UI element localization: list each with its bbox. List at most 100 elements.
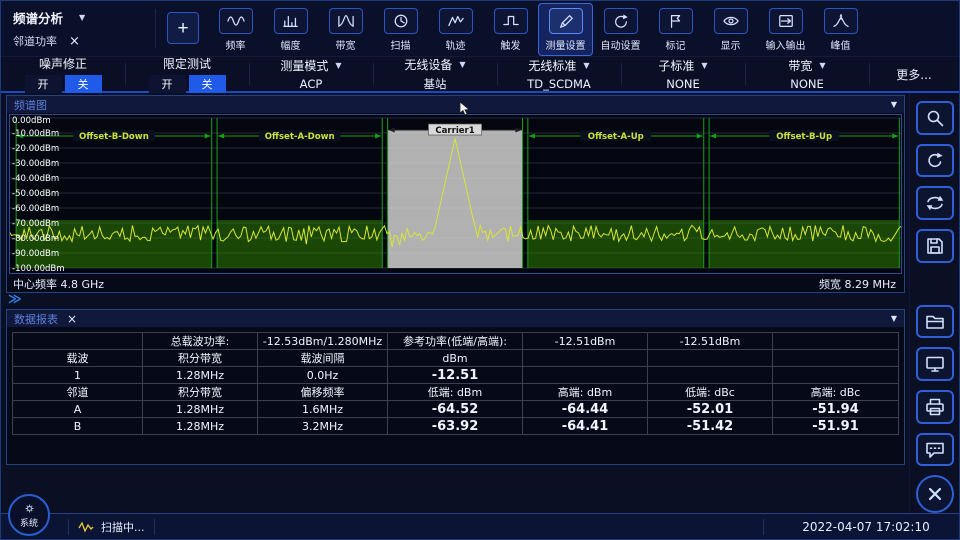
setting-bandwidth[interactable]: 带宽▼NONE [745, 57, 869, 91]
report-row: 总载波功率:-12.53dBm/1.280MHz参考功率(低端/高端):-12.… [13, 333, 899, 350]
toolbar-button-trigger[interactable]: 触发 [483, 3, 538, 56]
report-cell: 1.28MHz [143, 418, 258, 435]
chevron-down-icon: ▼ [459, 60, 465, 69]
panel-expander[interactable]: ≫ [6, 293, 905, 309]
report-cell: -63.92 [387, 418, 522, 435]
toolbar-button-label: 轨迹 [446, 37, 466, 52]
report-cell [772, 350, 898, 367]
message-button[interactable] [916, 433, 954, 467]
toolbar-button-label: 输入输出 [766, 37, 806, 52]
svg-text:Carrier1: Carrier1 [435, 126, 474, 136]
report-panel-title: 数据报表 [14, 311, 58, 327]
marker-icon [666, 13, 686, 29]
report-cell: -12.51dBm [647, 333, 772, 350]
setting-sub-standard[interactable]: 子标准▼NONE [621, 57, 745, 91]
toolbar-button-amplitude[interactable]: 幅度 [263, 3, 318, 56]
print-button[interactable] [916, 390, 954, 424]
divider [155, 9, 156, 48]
svg-text:-90.00dBm: -90.00dBm [12, 249, 59, 259]
tab-close-icon[interactable]: × [69, 35, 80, 48]
report-row: 11.28MHz0.0Hz-12.51 [13, 367, 899, 384]
report-cell: 0.0Hz [257, 367, 387, 384]
sweep-icon [391, 13, 411, 29]
svg-text:-40.00dBm: -40.00dBm [12, 174, 59, 184]
main-area: 频谱图 ▼ Offset-B-DownOffset-A-DownCarrier1… [1, 93, 959, 513]
report-cell: A [13, 401, 143, 418]
message-icon [924, 440, 946, 460]
report-cell: 偏移频率 [257, 384, 387, 401]
report-cell: -12.51 [387, 367, 522, 384]
limit-test-off-button[interactable]: 关 [189, 75, 226, 93]
amplitude-icon-box [274, 8, 308, 34]
report-panel: 数据报表 × ▼ 总载波功率:-12.53dBm/1.280MHz参考功率(低端… [6, 309, 905, 465]
display-icon [721, 13, 741, 29]
save-button[interactable] [916, 229, 954, 263]
magnifier-icon [924, 108, 946, 128]
chevron-down-icon: ▼ [583, 61, 589, 70]
brand-logo-icon [78, 521, 94, 533]
setting-wireless-standard[interactable]: 无线标准▼TD_SCDMA [497, 57, 621, 91]
toolbar-button-marker[interactable]: 标记 [648, 3, 703, 56]
divider [68, 519, 69, 535]
measurement-tab[interactable]: 频谱分析 ▼ 邻道功率 × [3, 1, 153, 56]
more-settings-button[interactable]: 更多... [869, 57, 959, 91]
toolbar-button-trace[interactable]: 轨迹 [428, 3, 483, 56]
report-cell: 参考功率(低端/高端): [387, 333, 522, 350]
close-button[interactable] [916, 475, 954, 513]
redo-button[interactable] [916, 144, 954, 178]
limit-test-on-button[interactable]: 开 [149, 75, 186, 93]
close-icon [924, 484, 946, 504]
span-label: 频宽 8.29 MHz [819, 276, 896, 292]
io-icon [776, 13, 796, 29]
svg-text:-100.00dBm: -100.00dBm [12, 264, 65, 274]
add-tab-button[interactable]: + [167, 12, 199, 44]
toolbar-button-label: 标记 [666, 37, 686, 52]
toolbar-button-auto-settings[interactable]: 自动设置 [593, 3, 648, 56]
magnifier-button[interactable] [916, 101, 954, 135]
noise-correction-off-button[interactable]: 关 [65, 75, 102, 93]
chevron-down-icon: ▼ [819, 61, 825, 70]
svg-text:-60.00dBm: -60.00dBm [12, 204, 59, 214]
toolbar-button-measure-settings[interactable]: 测量设置 [538, 3, 593, 56]
report-cell: 1.6MHz [257, 401, 387, 418]
toolbar-button-bandwidth[interactable]: 带宽 [318, 3, 373, 56]
toolbar-button-io[interactable]: 输入输出 [758, 3, 813, 56]
measure-settings-icon-box [549, 8, 583, 34]
frequency-icon-box [219, 8, 253, 34]
sync-button[interactable] [916, 186, 954, 220]
toolbar-button-label: 测量设置 [546, 37, 586, 52]
report-cell: 总载波功率: [143, 333, 258, 350]
sweep-icon-box [384, 8, 418, 34]
toolbar-button-sweep[interactable]: 扫描 [373, 3, 428, 56]
report-cell: 1.28MHz [143, 367, 258, 384]
report-cell: -64.44 [522, 401, 647, 418]
spectrum-panel-header: 频谱图 ▼ [7, 96, 904, 113]
setting-label: 无线设备 [404, 56, 452, 73]
toolbar-button-frequency[interactable]: 频率 [208, 3, 263, 56]
report-cell: 积分带宽 [143, 384, 258, 401]
report-cell: -52.01 [647, 401, 772, 418]
screenshot-button[interactable] [916, 347, 954, 381]
noise-correction-on-button[interactable]: 开 [25, 75, 62, 93]
setting-label: 测量模式 [280, 57, 328, 74]
report-collapse-icon[interactable]: ▼ [891, 314, 897, 323]
toolbar-button-peak[interactable]: 峰值 [813, 3, 868, 56]
open-file-button[interactable] [916, 305, 954, 339]
spectrum-collapse-icon[interactable]: ▼ [891, 100, 897, 109]
screenshot-icon [924, 354, 946, 374]
report-cell: 邻道 [13, 384, 143, 401]
report-cell: 1 [13, 367, 143, 384]
report-cell: 积分带宽 [143, 350, 258, 367]
system-button[interactable]: 系统 [8, 494, 50, 536]
peak-icon-box [824, 8, 858, 34]
spectrum-chart[interactable]: Offset-B-DownOffset-A-DownCarrier1Offset… [9, 114, 902, 274]
print-icon [924, 397, 946, 417]
setting-wireless-device[interactable]: 无线设备▼基站 [373, 57, 497, 91]
spectrum-chart-area[interactable]: Offset-B-DownOffset-A-DownCarrier1Offset… [7, 113, 904, 275]
mode-dropdown-caret-icon[interactable]: ▼ [79, 13, 85, 22]
report-close-icon[interactable]: × [67, 313, 77, 325]
scan-status: 扫描中... [78, 519, 145, 535]
toolbar-button-display[interactable]: 显示 [703, 3, 758, 56]
setting-measure-mode[interactable]: 测量模式▼ACP [249, 57, 373, 91]
report-cell: B [13, 418, 143, 435]
